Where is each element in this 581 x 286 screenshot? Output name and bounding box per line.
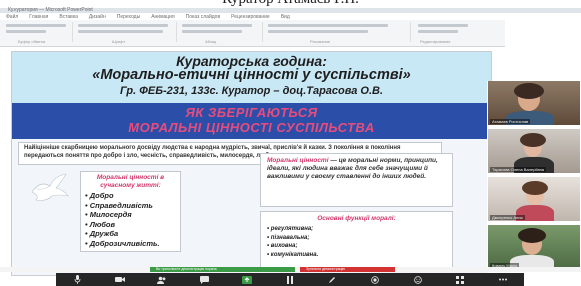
ribbon-divider [262, 22, 263, 42]
ribbon-divider [72, 22, 73, 42]
annotate-icon[interactable] [325, 275, 339, 284]
ribbon-group-drawing: Рисование [310, 39, 331, 44]
apps-icon[interactable] [453, 275, 467, 284]
participant-hair [518, 228, 546, 243]
participant-hair [522, 181, 548, 195]
list-item: • Любов [85, 219, 116, 229]
list-item: • Милосердя [85, 210, 132, 219]
participant-tile[interactable]: Тарасова Олена Валеріївна [488, 129, 580, 173]
participant-tile[interactable]: Дмитренко Анна [488, 177, 580, 221]
camera-icon[interactable] [113, 275, 127, 284]
stop-share-button[interactable]: Зупинити демонстрацію [300, 267, 395, 272]
app-title: Ку.куратория — Microsoft PowerPoint [8, 7, 93, 13]
paste-control[interactable] [6, 30, 46, 33]
participant-hair [514, 83, 544, 99]
values-box: Моральні цінності в сучасному житті: • Д… [80, 171, 181, 252]
slide-banner: ЯК ЗБЕРІГАЮТЬСЯ МОРАЛЬНІ ЦІННОСТІ СУСПІЛ… [12, 103, 491, 139]
clipboard-controls[interactable] [6, 24, 66, 27]
chat-icon[interactable] [198, 275, 212, 284]
ribbon-divider [410, 22, 411, 42]
ribbon-group-font: Шрифт [112, 39, 126, 44]
functions-title: Основні функції моралі: [317, 215, 396, 222]
slide-header: Кураторська година: «Морально-етичні цін… [12, 52, 491, 103]
share-screen-icon[interactable] [240, 275, 254, 284]
list-item: • регулятивна; [267, 226, 314, 232]
banner-line2: МОРАЛЬНІ ЦІННОСТІ СУСПІЛЬСТВА [128, 120, 375, 135]
functions-box: Основні функції моралі: • регулятивна; •… [260, 211, 453, 271]
ribbon-group-clipboard: Буфер обмена [18, 39, 46, 44]
list-item: • комунікативна. [267, 251, 319, 258]
meeting-toolbar [56, 273, 524, 286]
banner-line1: ЯК ЗБЕРІГАЮТЬСЯ [185, 105, 318, 120]
alignment-controls[interactable] [182, 30, 242, 33]
find-control[interactable] [418, 24, 468, 27]
share-status-bar: Ви транслюєте демонстрацію екрана Зупини… [0, 267, 581, 272]
ribbon-group-editing: Редактирование [420, 39, 451, 44]
list-item: • пізнавальна; [267, 234, 310, 241]
definition-term: Моральні цінності [267, 157, 329, 164]
arrange-controls[interactable] [268, 30, 368, 33]
slide-title-line2: «Морально-етичні цінності у суспільстві» [92, 67, 411, 83]
participants-panel: Атамаєв Ростислав Тарасова Олена Валерії… [487, 81, 581, 273]
sharing-indicator: Ви транслюєте демонстрацію екрана [150, 267, 295, 272]
participant-name: Тарасова Олена Валеріївна [490, 167, 547, 172]
paragraph-controls[interactable] [182, 24, 252, 27]
participant-tile[interactable]: Атамаєв Ростислав [488, 81, 580, 125]
values-title: Моральні цінності в сучасному житті: [96, 174, 165, 189]
shapes-gallery[interactable] [268, 24, 388, 27]
list-item: • Добро [85, 191, 114, 200]
ribbon: Буфер обмена Шрифт Абзац Рисование Редак… [0, 20, 505, 47]
record-icon[interactable] [368, 275, 382, 284]
dove-icon [31, 173, 69, 201]
font-name-box[interactable] [78, 24, 168, 27]
list-item: • Справедливість [85, 200, 153, 210]
replace-control[interactable] [418, 30, 458, 33]
pause-icon[interactable] [283, 275, 297, 284]
list-item: • Доброзичливість. [85, 238, 160, 248]
microphone-icon[interactable] [70, 275, 84, 284]
list-item: • Дружба [85, 229, 119, 238]
list-item: • виховна; [267, 243, 298, 249]
app-titlebar: Ку.куратория — Microsoft PowerPoint [0, 7, 581, 13]
font-format-controls[interactable] [78, 30, 163, 33]
participant-name: Дмитренко Анна [490, 215, 525, 220]
ribbon-group-paragraph: Абзац [205, 39, 217, 44]
participants-icon[interactable] [155, 275, 169, 284]
participant-name: Атамаєв Ростислав [490, 119, 531, 124]
ribbon-divider [176, 22, 177, 42]
participant-tile[interactable]: Коваль Марія [488, 225, 580, 269]
participant-hair [520, 133, 546, 147]
more-icon[interactable] [496, 275, 510, 284]
slide-subtitle: Гр. ФЕБ-231, 133с. Куратор – доц.Тарасов… [119, 85, 384, 97]
definition-box: Моральні цінності — це моральні норми, п… [260, 153, 453, 207]
reactions-icon[interactable] [411, 275, 425, 284]
slide-canvas[interactable]: Кураторська година: «Морально-етичні цін… [11, 51, 492, 276]
